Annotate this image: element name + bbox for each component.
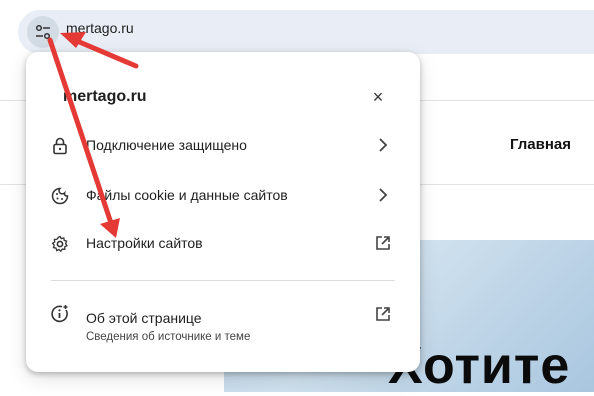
menu-item-label: Файлы cookie и данные сайтов	[86, 187, 288, 203]
nav-home-link[interactable]: Главная	[510, 136, 571, 153]
url-text[interactable]: mertago.ru	[66, 20, 134, 36]
menu-item-label: Подключение защищено	[86, 137, 247, 153]
site-settings-item[interactable]: Настройки сайтов	[26, 222, 420, 266]
site-info-button[interactable]	[27, 16, 59, 48]
connection-secure-item[interactable]: Подключение защищено	[26, 124, 420, 168]
chevron-right-icon	[373, 185, 393, 205]
external-link-icon	[373, 304, 393, 324]
menu-item-sublabel: Сведения об источнике и теме	[86, 331, 251, 343]
menu-divider	[51, 280, 395, 281]
close-button[interactable]: ×	[365, 84, 391, 110]
site-info-popup: mertago.ru × Подключение защищено Файлы …	[26, 52, 420, 372]
popup-title: mertago.ru	[63, 88, 147, 105]
page-info-icon	[50, 304, 70, 324]
close-icon: ×	[372, 86, 384, 107]
cookie-icon	[50, 186, 70, 206]
menu-item-label: Настройки сайтов	[86, 235, 203, 251]
lock-icon	[50, 136, 70, 156]
about-page-item[interactable]: Об этой странице Сведения об источнике и…	[26, 288, 420, 348]
chevron-right-icon	[373, 135, 393, 155]
external-link-icon	[373, 233, 393, 253]
menu-item-label: Об этой странице	[86, 310, 202, 326]
tune-icon	[35, 24, 51, 40]
gear-icon	[50, 234, 70, 254]
cookies-item[interactable]: Файлы cookie и данные сайтов	[26, 174, 420, 218]
